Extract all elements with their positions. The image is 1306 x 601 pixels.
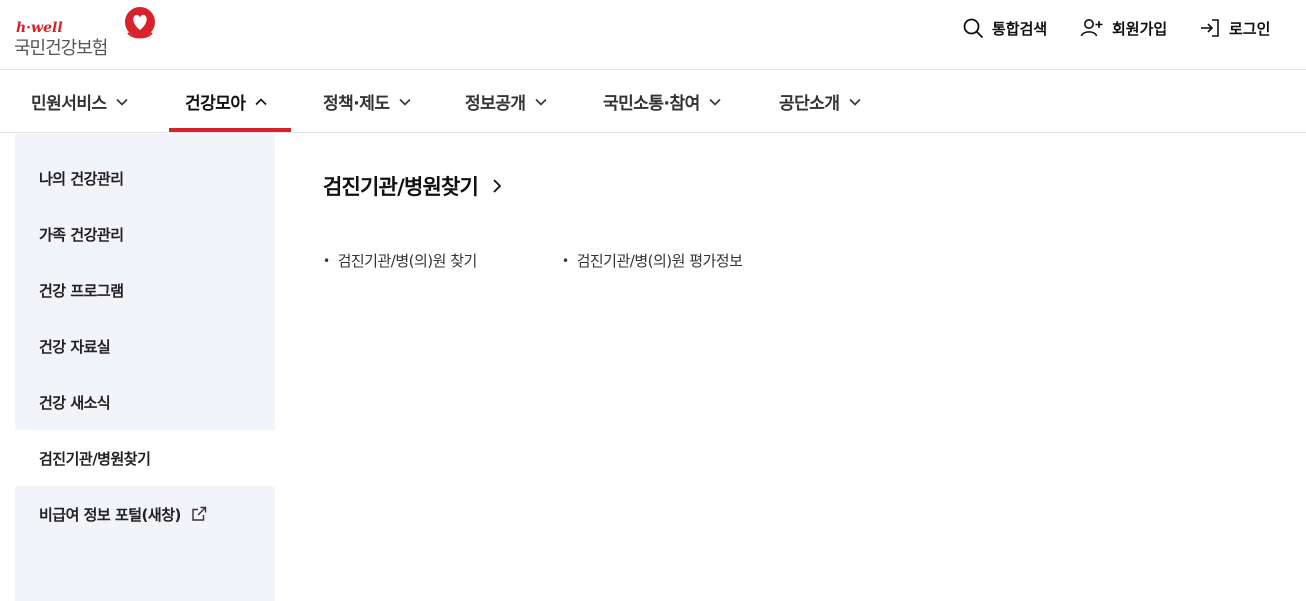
link-find-checkup-institution[interactable]: • 검진기관/병(의)원 찾기 [323,250,477,271]
active-menu-indicator [169,128,291,132]
sidebar-item-my-health[interactable]: 나의 건강관리 [15,150,275,206]
page-title-text: 검진기관/병원찾기 [323,175,479,199]
main-navigation: 민원서비스 건강모아 정책·제도 정보공개 국민소통·참여 공단소개 [0,70,1306,133]
sidebar-item-label: 비급여 정보 포털(새창) [39,505,181,524]
page-title[interactable]: 검진기관/병원찾기 [323,171,502,201]
sidebar-item-label: 가족 건강관리 [39,225,124,244]
login-label: 로그인 [1229,19,1271,38]
chevron-down-icon [534,98,547,106]
bullet-icon: • [562,253,569,268]
join-label: 회원가입 [1112,19,1168,38]
gnb-item-label: 국민소통·참여 [603,94,700,114]
gnb-item-label: 건강모아 [185,94,246,114]
gnb-item-label: 정보공개 [465,94,526,114]
login-button[interactable]: 로그인 [1199,17,1270,39]
gnb-item-label: 공단소개 [779,94,840,114]
heart-logo-icon [125,7,155,39]
search-button[interactable]: 통합검색 [962,17,1047,39]
gnb-item-civil-service[interactable]: 민원서비스 [31,70,128,133]
chevron-right-icon [493,179,502,193]
login-icon [1201,19,1219,37]
chevron-down-icon [116,98,128,106]
sidebar-item-non-covered-portal[interactable]: 비급여 정보 포털(새창) [15,486,275,542]
sidebar-item-find-hospital[interactable]: 검진기관/병원찾기 [15,430,275,486]
search-icon [963,18,983,38]
chevron-down-icon [848,98,861,106]
external-link-icon [192,506,207,521]
sidebar-item-family-health[interactable]: 가족 건강관리 [15,206,275,262]
gnb-item-health[interactable]: 건강모아 [185,70,267,133]
sidebar-item-health-news[interactable]: 건강 새소식 [15,374,275,430]
chevron-down-icon [398,98,411,106]
gnb-item-participation[interactable]: 국민소통·참여 [603,70,721,133]
logo-name: 국민건강보험 [14,38,108,59]
link-label: 검진기관/병(의)원 평가정보 [576,252,743,270]
gnb-item-about[interactable]: 공단소개 [779,70,861,133]
sidebar-item-label: 건강 자료실 [39,337,111,356]
link-institution-evaluation[interactable]: • 검진기관/병(의)원 평가정보 [562,250,743,271]
gnb-item-disclosure[interactable]: 정보공개 [465,70,547,133]
sidebar-item-label: 검진기관/병원찾기 [39,449,151,468]
search-label: 통합검색 [992,19,1048,38]
sidebar-item-label: 건강 프로그램 [39,281,124,300]
gnb-item-policy[interactable]: 정책·제도 [323,70,411,133]
user-add-icon [1080,19,1103,37]
sidebar-item-label: 건강 새소식 [39,393,111,412]
link-label: 검진기관/병(의)원 찾기 [337,252,478,270]
gnb-item-label: 민원서비스 [31,94,107,114]
sidebar-item-health-program[interactable]: 건강 프로그램 [15,262,275,318]
bullet-icon: • [323,253,330,268]
chevron-down-icon [709,98,721,106]
site-header: h·well 국민건강보험 통합검색 회원가입 로그인 [0,0,1306,70]
sidebar: 나의 건강관리 가족 건강관리 건강 프로그램 건강 자료실 건강 새소식 검진… [15,134,275,601]
chevron-up-icon [254,97,267,105]
site-logo[interactable]: h·well 국민건강보험 [14,6,164,59]
gnb-item-label: 정책·제도 [323,94,390,114]
join-button[interactable]: 회원가입 [1080,17,1167,39]
sidebar-item-health-library[interactable]: 건강 자료실 [15,318,275,374]
sidebar-item-label: 나의 건강관리 [39,169,124,188]
